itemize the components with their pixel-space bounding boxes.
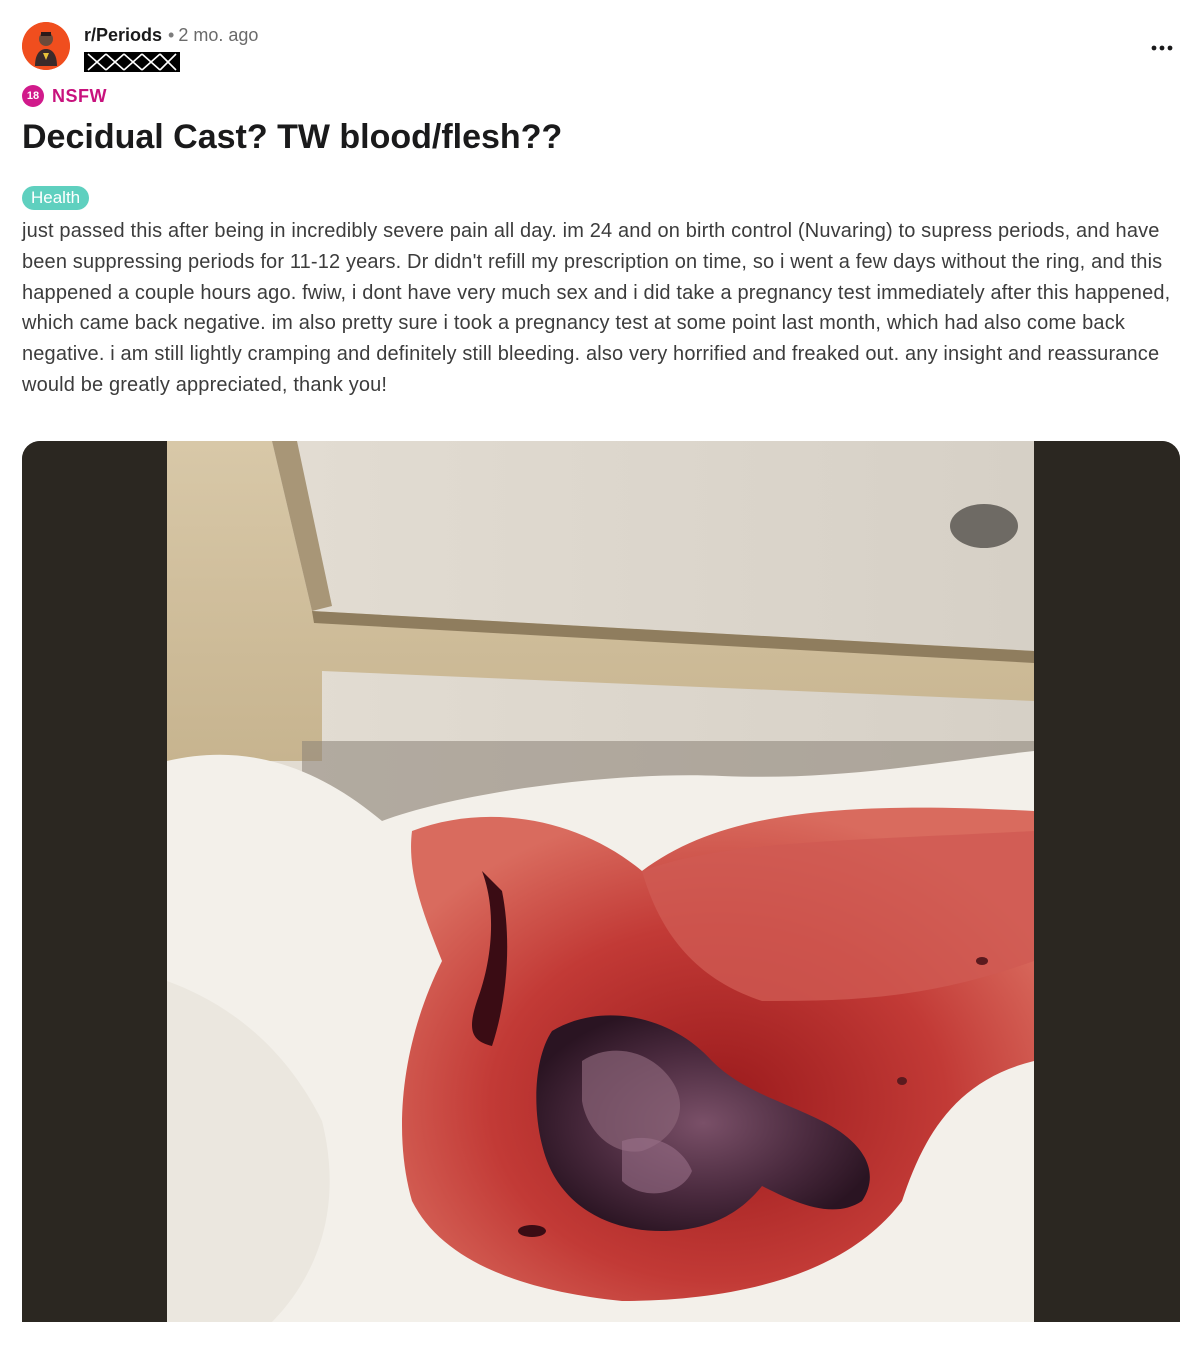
post-header: r/Periods • 2 mo. ago: [22, 18, 1180, 76]
nsfw-tag: 18 NSFW: [22, 85, 107, 107]
post-image[interactable]: [22, 441, 1180, 1322]
post-card: r/Periods • 2 mo. ago 18 NSFW Decidual Cas…: [22, 18, 1180, 1322]
post-flair[interactable]: Health: [22, 186, 90, 210]
post-meta: r/Periods • 2 mo. ago: [84, 24, 258, 46]
nsfw-label: NSFW: [52, 85, 107, 106]
more-options-icon: [1151, 45, 1173, 51]
meta-separator: •: [168, 25, 175, 45]
post-body: just passed this after being in incredib…: [22, 220, 1171, 396]
subreddit-link[interactable]: r/Periods: [84, 25, 162, 45]
post-title[interactable]: Decidual Cast? TW blood/flesh??: [22, 116, 562, 158]
subreddit-avatar-icon[interactable]: [22, 22, 70, 70]
redacted-username: [84, 52, 180, 72]
more-options-button[interactable]: [1144, 36, 1180, 60]
nsfw-18-icon: 18: [22, 85, 44, 107]
post-time: 2 mo. ago: [178, 25, 259, 45]
